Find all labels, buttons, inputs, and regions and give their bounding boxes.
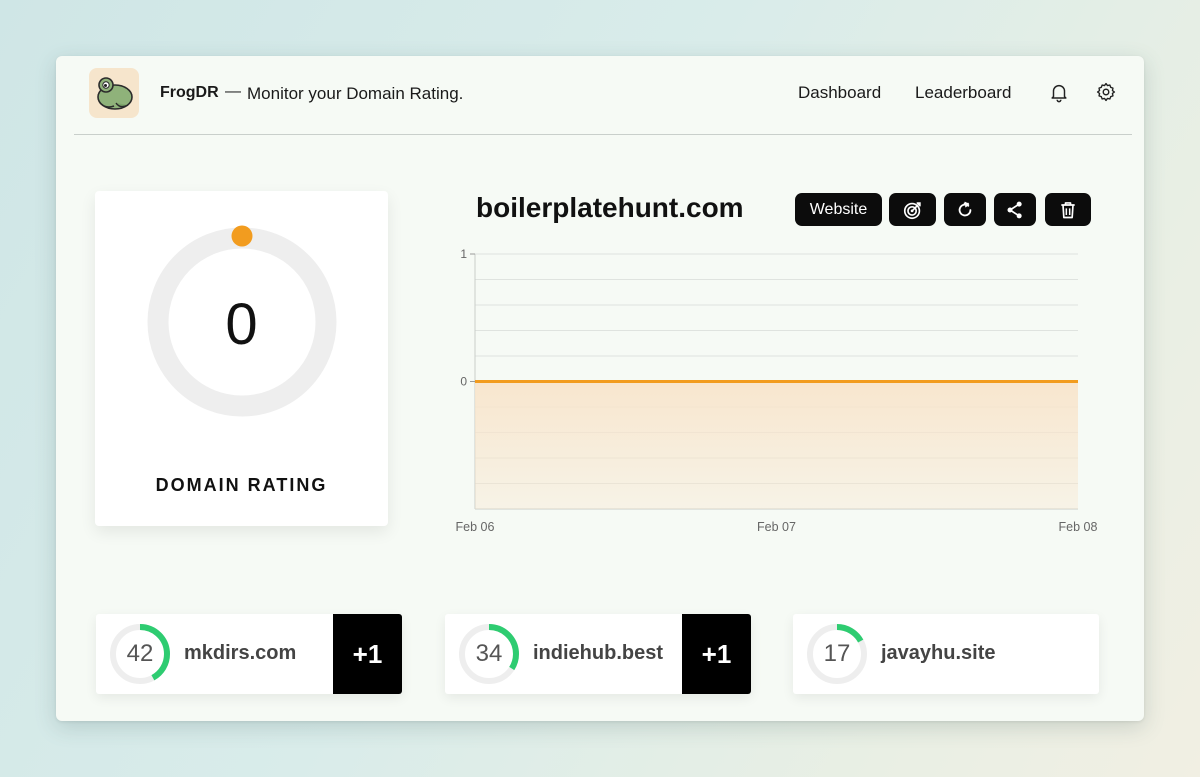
bell-icon	[1051, 84, 1067, 103]
header: FrogDR — Monitor your Domain Rating. Das…	[56, 56, 1144, 136]
mini-rating-value: 17	[823, 640, 851, 667]
rating-ring-indicator	[231, 225, 253, 247]
rating-history-chart: 1 0 Feb 06 Feb 07 Feb 08	[456, 247, 1098, 534]
delete-button[interactable]	[1045, 193, 1091, 226]
rating-delta-badge: +1	[682, 614, 751, 694]
header-divider	[74, 134, 1132, 135]
frog-icon	[97, 77, 133, 110]
notifications-button[interactable]	[1047, 80, 1071, 104]
target-icon	[903, 201, 921, 219]
chart-x-tick-label: Feb 08	[1059, 520, 1098, 534]
mini-rating-value: 34	[475, 640, 503, 667]
rating-delta-badge: +1	[333, 614, 402, 694]
rating-label: DOMAIN RATING	[155, 475, 328, 495]
chart-area-fill	[475, 381, 1078, 509]
refresh-icon	[958, 201, 972, 216]
mini-domain[interactable]: mkdirs.com	[184, 642, 296, 665]
leaderboard-card[interactable]: 34 indiehub.best +1	[445, 614, 751, 694]
nav-leaderboard[interactable]: Leaderboard	[915, 83, 1011, 103]
leaderboard-card[interactable]: 42 mkdirs.com +1	[96, 614, 402, 694]
mini-rating-value: 42	[126, 640, 154, 667]
chart-x-tick-label: Feb 07	[757, 520, 796, 534]
trash-icon	[1061, 201, 1075, 218]
leaderboard-card[interactable]: 17 javayhu.site	[793, 614, 1099, 694]
domain-rating-card: 0 DOMAIN RATING	[95, 191, 388, 526]
target-button[interactable]	[889, 193, 936, 226]
share-button[interactable]	[994, 193, 1036, 226]
nav-dashboard[interactable]: Dashboard	[798, 83, 881, 103]
brand-name: FrogDR	[160, 84, 219, 101]
chart-y-tick-label: 1	[460, 247, 467, 261]
settings-button[interactable]	[1094, 80, 1118, 104]
brand-tagline: Monitor your Domain Rating.	[247, 84, 464, 103]
share-icon	[1007, 201, 1022, 218]
website-button[interactable]: Website	[795, 193, 882, 226]
app-window: FrogDR — Monitor your Domain Rating. Das…	[56, 56, 1144, 721]
mini-domain[interactable]: javayhu.site	[881, 642, 996, 665]
gear-icon	[1096, 82, 1116, 102]
refresh-button[interactable]	[944, 193, 986, 226]
site-domain-title: boilerplatehunt.com	[476, 192, 744, 223]
chart-x-tick-label: Feb 06	[456, 520, 495, 534]
brand-separator: —	[225, 83, 241, 100]
mini-domain[interactable]: indiehub.best	[533, 642, 663, 665]
website-button-label: Website	[809, 200, 868, 218]
frog-logo[interactable]	[89, 68, 139, 118]
chart-y-tick-label: 0	[460, 375, 467, 389]
rating-value: 0	[225, 292, 258, 357]
